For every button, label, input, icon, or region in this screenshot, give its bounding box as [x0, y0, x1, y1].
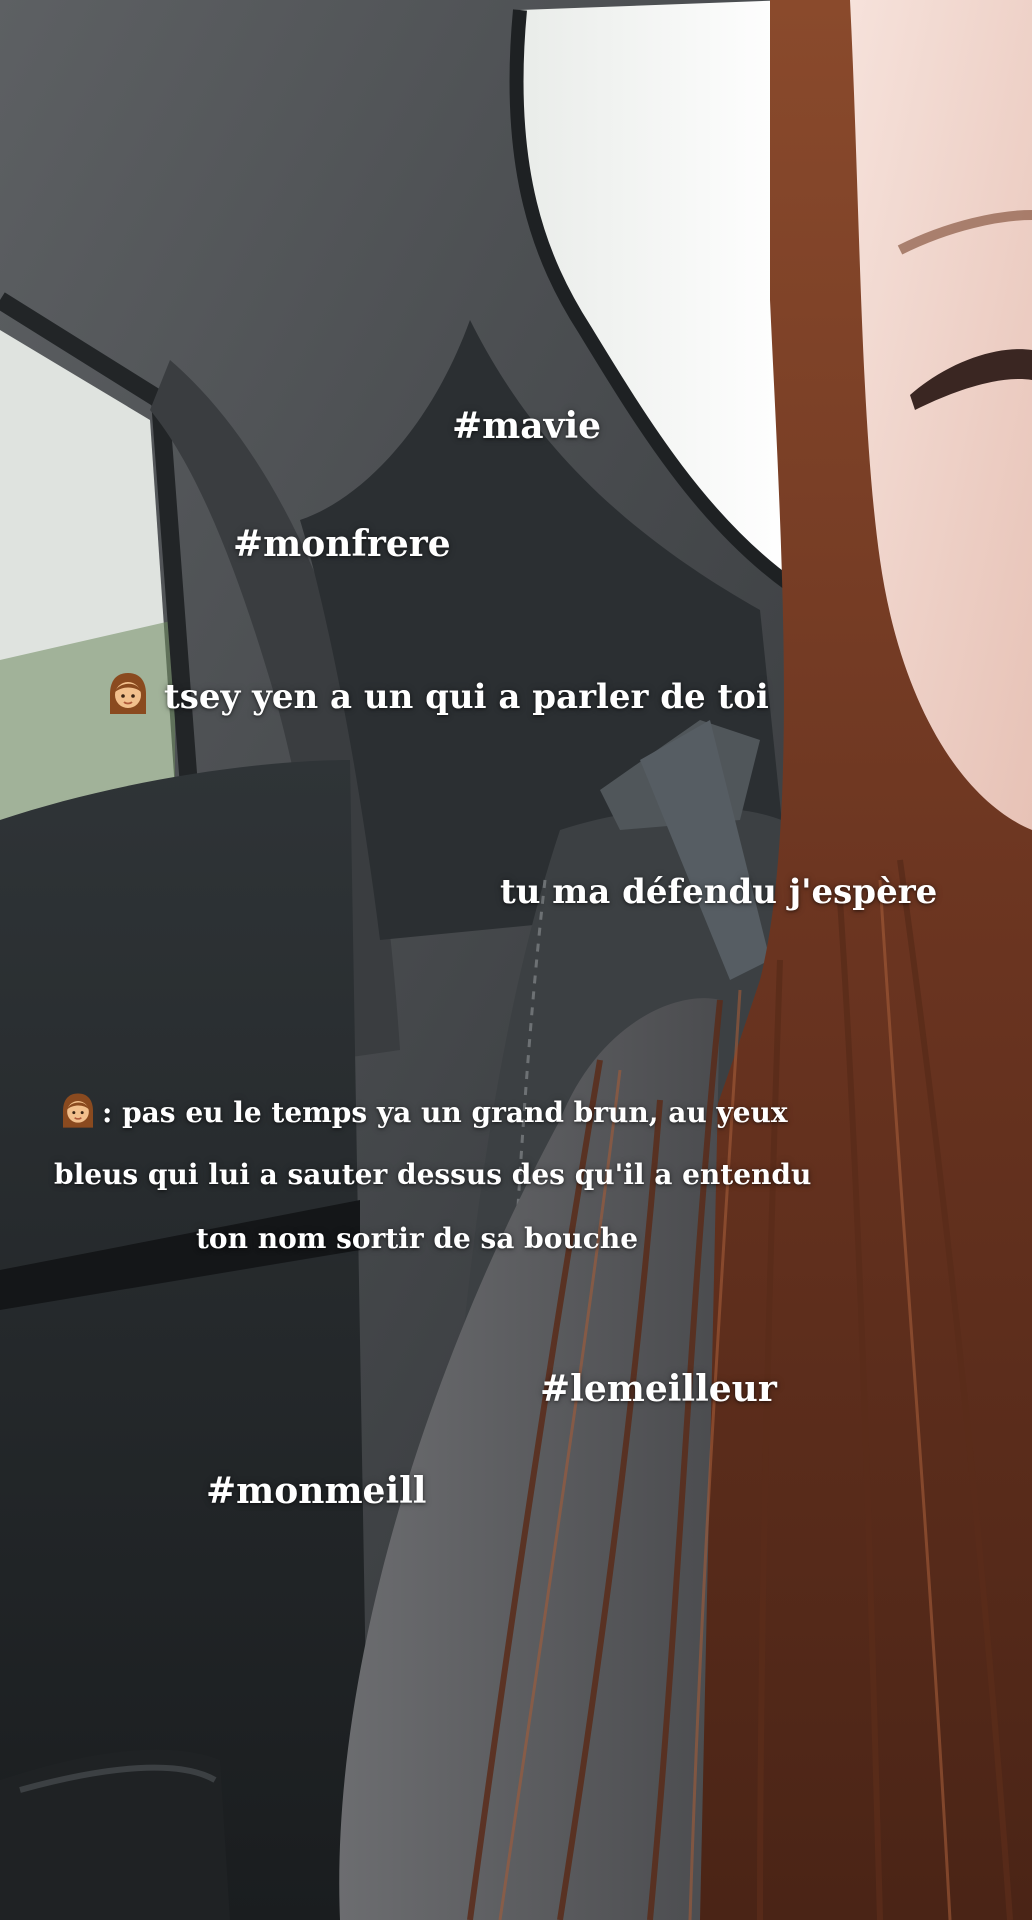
- hashtag-mavie: #mavie: [452, 405, 602, 447]
- caption-line-3a: : pas eu le temps ya un grand brun, au y…: [58, 1091, 788, 1131]
- car-interior-illustration: [0, 0, 1032, 1920]
- hashtag-monmeill: #monmeill: [206, 1470, 427, 1512]
- photo-background: [0, 0, 1032, 1920]
- caption-line-1-text: tsey yen a un qui a parler de toi: [164, 677, 769, 717]
- caption-line-2: tu ma défendu j'espère: [500, 872, 938, 912]
- caption-line-3b: bleus qui lui a sauter dessus des qu'il …: [54, 1158, 812, 1191]
- hashtag-lemeilleur: #lemeilleur: [540, 1368, 777, 1410]
- caption-line-1: tsey yen a un qui a parler de toi: [104, 670, 769, 718]
- hashtag-monfrere: #monfrere: [233, 523, 451, 565]
- caption-line-3a-text: : pas eu le temps ya un grand brun, au y…: [102, 1096, 788, 1129]
- woman-emoji-icon: [110, 673, 146, 714]
- woman-emoji-icon: [63, 1093, 93, 1128]
- caption-line-3c: ton nom sortir de sa bouche: [196, 1222, 639, 1255]
